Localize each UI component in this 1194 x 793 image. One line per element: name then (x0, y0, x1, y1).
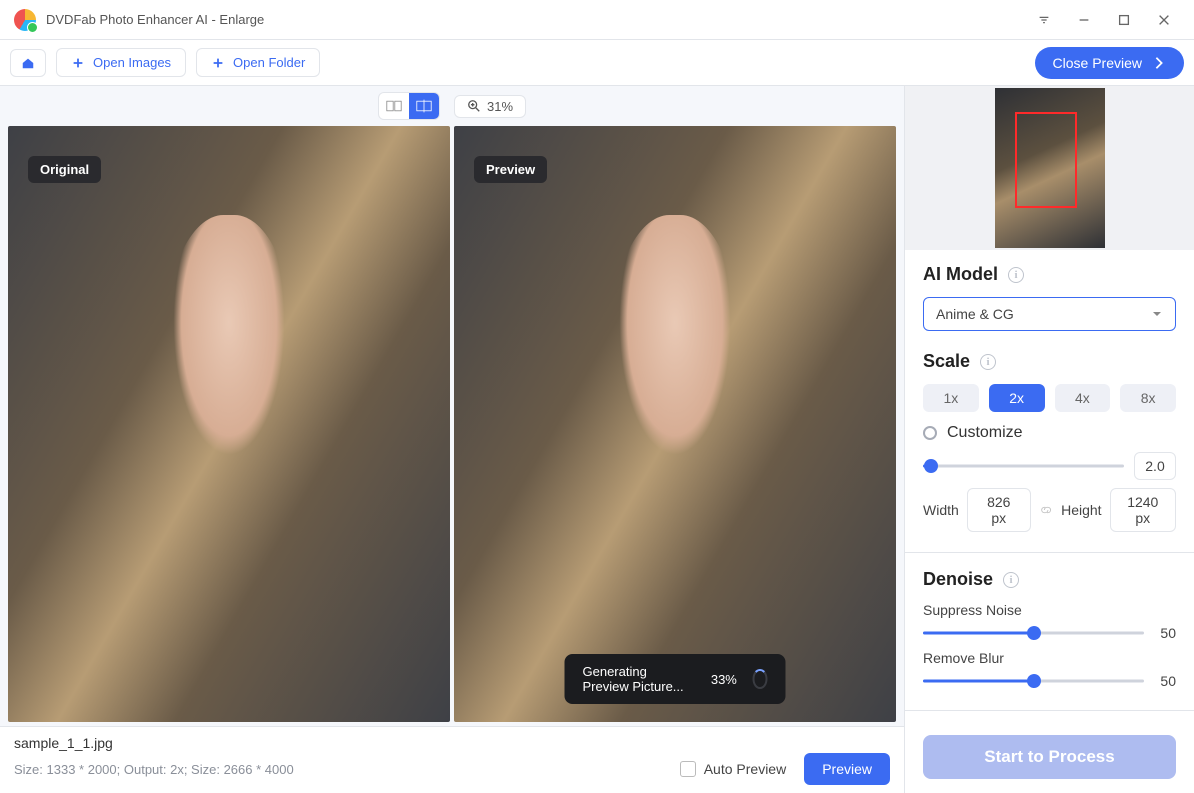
ai-model-value: Anime & CG (936, 306, 1014, 322)
customize-radio[interactable]: Customize (923, 424, 1176, 442)
compare-mode-toggle (378, 92, 440, 120)
scale-value[interactable]: 2.0 (1134, 452, 1176, 480)
side-panel: AI Model i Anime & CG Scale i 1x 2x 4x (904, 86, 1194, 793)
denoise-heading: Denoise (923, 569, 993, 590)
main-toolbar: Open Images Open Folder Close Preview (0, 40, 1194, 86)
ai-model-section: AI Model i Anime & CG (923, 264, 1176, 331)
start-process-button[interactable]: Start to Process (923, 735, 1176, 779)
spinner-icon (753, 669, 768, 689)
close-button[interactable] (1144, 5, 1184, 35)
main-area: 31% Original Preview Generating Preview … (0, 86, 904, 793)
suppress-noise-value: 50 (1154, 625, 1176, 641)
customize-label: Customize (947, 424, 1023, 442)
auto-preview-label: Auto Preview (704, 761, 786, 777)
minimize-button[interactable] (1064, 5, 1104, 35)
preview-button[interactable]: Preview (804, 753, 890, 785)
ai-model-heading: AI Model (923, 264, 998, 285)
scale-8x[interactable]: 8x (1120, 384, 1176, 412)
filename: sample_1_1.jpg (14, 735, 890, 751)
thumbnail-image (995, 88, 1105, 248)
denoise-section: Denoise i Suppress Noise 50 Remove Blur … (923, 569, 1176, 690)
magnifier-icon (467, 99, 481, 113)
app-logo (14, 9, 36, 31)
window-menu-button[interactable] (1024, 5, 1064, 35)
maximize-button[interactable] (1104, 5, 1144, 35)
suppress-noise-label: Suppress Noise (923, 602, 1176, 618)
chevron-right-icon (1152, 56, 1166, 70)
original-pane[interactable]: Original (8, 126, 450, 722)
scale-heading: Scale (923, 351, 970, 372)
generating-text: Generating Preview Picture... (583, 664, 695, 694)
preview-compare: Original Preview Generating Preview Pict… (0, 126, 904, 726)
open-folder-button[interactable]: Open Folder (196, 48, 320, 77)
scale-section: Scale i 1x 2x 4x 8x Customize (923, 351, 1176, 532)
remove-blur-value: 50 (1154, 673, 1176, 689)
scale-2x[interactable]: 2x (989, 384, 1045, 412)
preview-badge: Preview (474, 156, 547, 183)
zoom-control[interactable]: 31% (454, 95, 526, 118)
thumbnail-nav[interactable] (905, 86, 1194, 250)
height-input[interactable]: 1240 px (1110, 488, 1176, 532)
width-label: Width (923, 502, 959, 518)
open-images-label: Open Images (93, 55, 171, 70)
width-input[interactable]: 826 px (967, 488, 1031, 532)
ai-model-select[interactable]: Anime & CG (923, 297, 1176, 331)
scale-1x[interactable]: 1x (923, 384, 979, 412)
height-label: Height (1061, 502, 1101, 518)
app-title: DVDFab Photo Enhancer AI - Enlarge (46, 12, 264, 27)
original-badge: Original (28, 156, 101, 183)
info-icon[interactable]: i (1008, 267, 1024, 283)
file-meta: Size: 1333 * 2000; Output: 2x; Size: 266… (14, 762, 294, 777)
close-preview-label: Close Preview (1053, 55, 1142, 71)
info-icon[interactable]: i (980, 354, 996, 370)
side-by-side-mode[interactable] (379, 93, 409, 119)
radio-icon (923, 426, 937, 440)
home-button[interactable] (10, 49, 46, 77)
link-icon[interactable] (1039, 502, 1053, 518)
footer: sample_1_1.jpg Size: 1333 * 2000; Output… (0, 726, 904, 793)
remove-blur-label: Remove Blur (923, 650, 1176, 666)
chevron-down-icon (1151, 308, 1163, 320)
viewport-selector[interactable] (1015, 112, 1077, 208)
preview-pane[interactable]: Preview Generating Preview Picture... 33… (454, 126, 896, 722)
info-icon[interactable]: i (1003, 572, 1019, 588)
zoom-value: 31% (487, 99, 513, 114)
suppress-noise-slider[interactable] (923, 624, 1144, 642)
scale-slider[interactable] (923, 457, 1124, 475)
scale-4x[interactable]: 4x (1055, 384, 1111, 412)
close-preview-button[interactable]: Close Preview (1035, 47, 1184, 79)
view-controls: 31% (0, 86, 904, 126)
scale-preset-group: 1x 2x 4x 8x (923, 384, 1176, 412)
generating-status: Generating Preview Picture... 33% (565, 654, 786, 704)
generating-percent: 33% (711, 672, 737, 687)
open-images-button[interactable]: Open Images (56, 48, 186, 77)
auto-preview-toggle[interactable]: Auto Preview (680, 761, 786, 777)
titlebar: DVDFab Photo Enhancer AI - Enlarge (0, 0, 1194, 40)
remove-blur-slider[interactable] (923, 672, 1144, 690)
open-folder-label: Open Folder (233, 55, 305, 70)
split-mode[interactable] (409, 93, 439, 119)
checkbox-icon (680, 761, 696, 777)
